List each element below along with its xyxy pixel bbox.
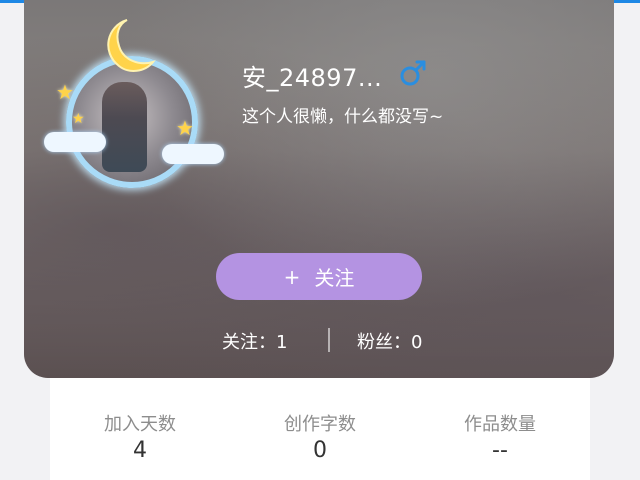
following-label: 关注： [222,332,276,353]
fans-value: 0 [411,332,423,353]
follow-stats: 关注：1 粉丝：0 [24,326,614,356]
profile-header: ★ ★ ★ 安_24897... 这个人很懒，什么都没写~ + 关注 关注：1 … [24,0,614,378]
avatar-photo [102,82,147,172]
star-icon: ★ [72,111,85,127]
metric-value: 0 [313,438,327,463]
star-icon: ★ [176,116,194,140]
follow-button[interactable]: + 关注 [216,253,422,300]
plus-icon: + [283,264,301,289]
fans-count[interactable]: 粉丝：0 [357,328,422,354]
stats-divider [328,328,330,352]
avatar-frame[interactable]: ★ ★ ★ [44,12,224,188]
username: 安_24897... [242,64,383,92]
metric-works-count: 作品数量 -- [410,410,590,463]
metric-label: 创作字数 [284,414,356,435]
metrics-card: 加入天数 4 创作字数 0 作品数量 -- [50,378,590,480]
metric-value: -- [492,438,508,463]
cloud-decoration [162,144,224,164]
bio-text: 这个人很懒，什么都没写~ [242,107,444,127]
metric-word-count: 创作字数 0 [230,410,410,463]
following-count[interactable]: 关注：1 [222,328,287,354]
fans-label: 粉丝： [357,332,411,353]
cloud-decoration [44,132,106,152]
following-value: 1 [276,332,288,353]
moon-icon [107,19,156,72]
metric-label: 作品数量 [464,414,536,435]
male-icon [400,60,426,86]
metric-value: 4 [133,438,147,463]
metric-label: 加入天数 [104,414,176,435]
metric-join-days: 加入天数 4 [50,410,230,463]
star-icon: ★ [56,80,74,104]
follow-button-label: 关注 [314,266,355,290]
